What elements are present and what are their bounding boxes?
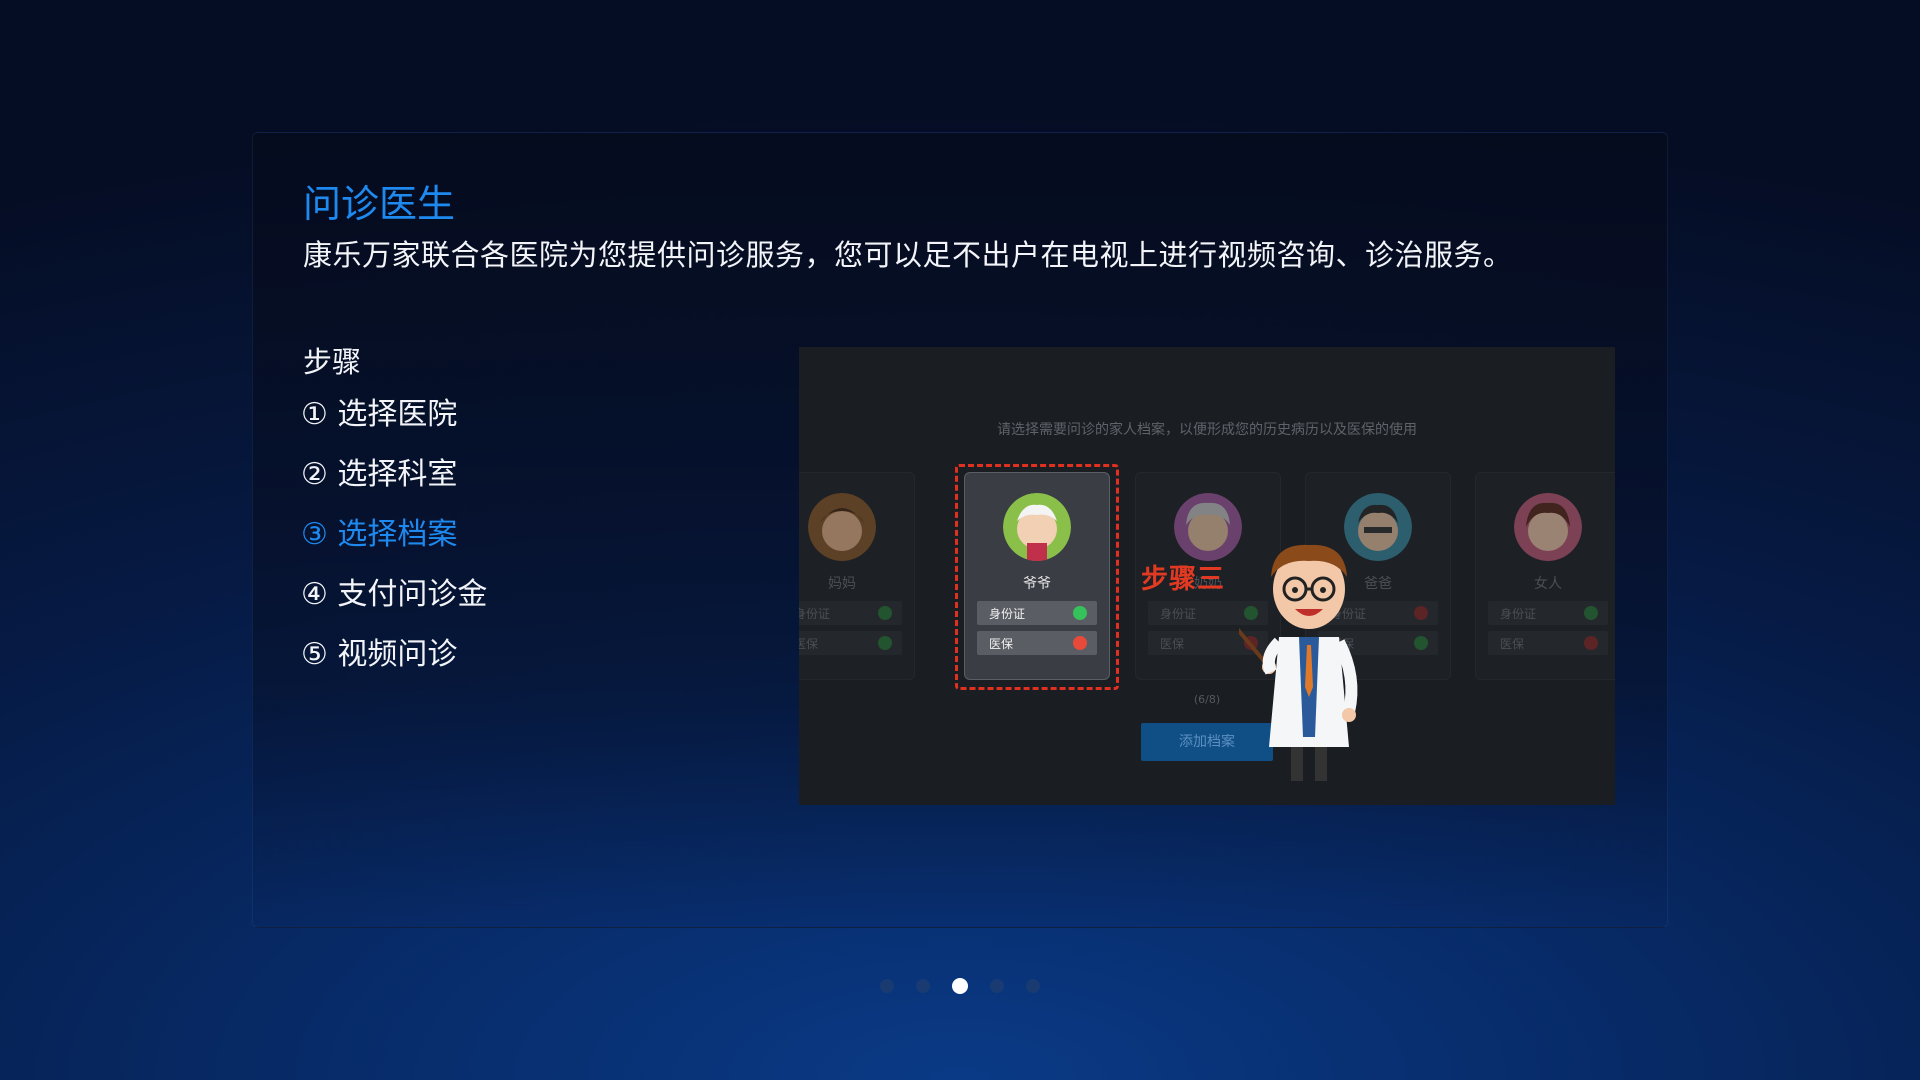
steps-heading: 步骤	[303, 345, 362, 379]
content-card: 问诊医生 康乐万家联合各医院为您提供问诊服务，您可以足不出户在电视上进行视频咨询…	[252, 132, 1668, 928]
screenshot-preview: 请选择需要问诊的家人档案，以便形成您的历史病历以及医保的使用 妈妈 身份证 医保…	[799, 347, 1615, 805]
avatar-mom	[808, 493, 876, 561]
check-icon	[1414, 636, 1428, 650]
check-icon	[878, 606, 892, 620]
check-icon	[1584, 606, 1598, 620]
cross-icon	[1584, 636, 1598, 650]
step-item-4: ④ 支付问诊金	[301, 577, 488, 612]
cross-icon	[1414, 606, 1428, 620]
doctor-mascot-icon	[1239, 544, 1358, 781]
pagination-dots	[0, 978, 1920, 994]
preview-prompt: 请选择需要问诊的家人档案，以便形成您的历史病历以及医保的使用	[997, 422, 1417, 438]
step-callout-label: 步骤三	[1141, 564, 1225, 595]
step-item-5: ⑤ 视频问诊	[301, 637, 458, 672]
page-subtitle: 康乐万家联合各医院为您提供问诊服务，您可以足不出户在电视上进行视频咨询、诊治服务…	[303, 238, 1513, 272]
insurance-row: 医保	[1488, 631, 1608, 655]
id-row: 身份证	[1488, 601, 1608, 625]
steps-list: ① 选择医院 ② 选择科室 ③ 选择档案 ④ 支付问诊金 ⑤ 视频问诊	[301, 395, 487, 695]
page-dot-1[interactable]	[880, 979, 894, 993]
id-row: 身份证	[799, 601, 902, 625]
profile-name: 女人	[1534, 576, 1562, 592]
step-item-2: ② 选择科室	[301, 457, 458, 492]
profile-card-mom[interactable]: 妈妈 身份证 医保	[799, 472, 915, 680]
page-dot-5[interactable]	[1026, 979, 1040, 993]
page-dot-2[interactable]	[916, 979, 930, 993]
step-item-3: ③ 选择档案	[301, 517, 458, 552]
profile-card-woman[interactable]: 女人 身份证 医保	[1475, 472, 1615, 680]
avatar-woman	[1514, 493, 1582, 561]
step-item-1: ① 选择医院	[301, 397, 458, 432]
page-dot-3[interactable]	[952, 978, 968, 994]
insurance-row: 医保	[799, 631, 902, 655]
profile-name: 妈妈	[828, 576, 856, 592]
profile-count: (6/8)	[1193, 693, 1221, 706]
check-icon	[878, 636, 892, 650]
page-dot-4[interactable]	[990, 979, 1004, 993]
page-title: 问诊医生	[303, 182, 456, 226]
avatar-grandma	[1174, 493, 1242, 561]
selection-highlight	[955, 464, 1119, 690]
